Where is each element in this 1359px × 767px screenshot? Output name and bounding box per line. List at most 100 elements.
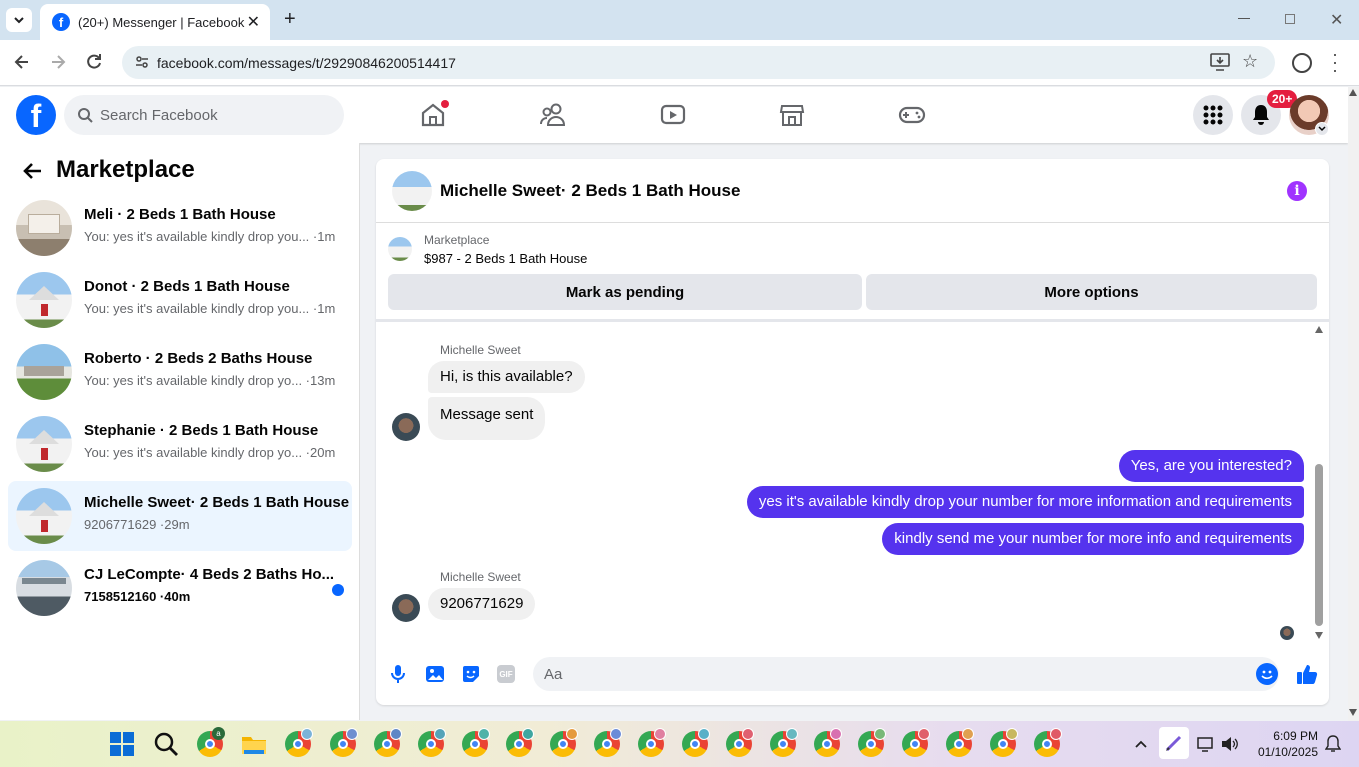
gaming-nav-icon[interactable]	[894, 97, 930, 133]
emoji-icon[interactable]	[1256, 663, 1278, 685]
outgoing-message[interactable]: yes it's available kindly drop your numb…	[746, 486, 1304, 518]
chat-scroll-thumb[interactable]	[1315, 464, 1323, 626]
chrome-profile-icon[interactable]	[946, 728, 974, 757]
account-chevron-icon[interactable]	[1315, 122, 1329, 136]
scroll-up-icon[interactable]	[1349, 89, 1357, 96]
chrome-profile-icon[interactable]	[285, 728, 313, 757]
conversation-item[interactable]: Meli · 2 Beds 1 Bath House You: yes it's…	[8, 193, 352, 263]
clock-date[interactable]: 01/10/2025	[1254, 745, 1318, 759]
conversation-snippet: You: yes it's available kindly drop you.…	[84, 229, 336, 244]
chrome-profile-icon[interactable]	[638, 728, 666, 757]
conversation-name: Michelle Sweet· 2 Beds 1 Bath House	[84, 494, 350, 511]
marketplace-nav-icon[interactable]	[774, 97, 810, 133]
unread-dot	[332, 584, 344, 596]
chat-scrollbar[interactable]	[1314, 325, 1324, 641]
chrome-profile-icon[interactable]	[374, 728, 402, 757]
chrome-profile-icon[interactable]	[726, 728, 754, 757]
tab-list-dropdown-icon[interactable]	[6, 8, 32, 32]
sender-avatar[interactable]	[392, 413, 420, 441]
site-info-icon[interactable]	[134, 54, 150, 73]
outgoing-message[interactable]: Yes, are you interested?	[1118, 450, 1304, 482]
chrome-profile-icon[interactable]	[550, 728, 578, 757]
back-icon[interactable]	[12, 52, 32, 77]
profile-icon[interactable]	[1292, 53, 1312, 73]
chrome-profile-icon[interactable]: a	[197, 727, 225, 757]
chrome-profile-icon[interactable]	[682, 728, 710, 757]
sticker-icon[interactable]	[461, 664, 481, 689]
scroll-down-icon[interactable]	[1349, 709, 1357, 716]
browser-toolbar: facebook.com/messages/t/2929084620051441…	[0, 40, 1359, 86]
browser-menu-icon[interactable]: · · ·	[1330, 45, 1340, 79]
file-explorer-icon[interactable]	[241, 731, 267, 757]
pen-menu-icon[interactable]	[1159, 727, 1189, 759]
info-icon[interactable]: i	[1287, 181, 1307, 201]
sender-avatar[interactable]	[392, 594, 420, 622]
message-input[interactable]: Aa	[533, 657, 1279, 691]
conversation-item[interactable]: Roberto · 2 Beds 2 Baths House You: yes …	[8, 337, 352, 407]
incoming-message[interactable]: 9206771629	[428, 588, 536, 620]
browser-tab-active[interactable]: f (20+) Messenger | Facebook ✕	[40, 4, 270, 40]
chat-scroll-up-icon[interactable]	[1315, 326, 1323, 333]
notification-center-icon[interactable]	[1324, 735, 1342, 758]
back-arrow-icon[interactable]	[21, 161, 43, 186]
tray-overflow-icon[interactable]	[1134, 736, 1148, 754]
new-tab-icon[interactable]: +	[284, 8, 296, 31]
chat-avatar[interactable]	[392, 171, 432, 211]
chrome-profile-icon[interactable]	[330, 728, 358, 757]
chrome-profile-icon[interactable]	[506, 728, 534, 757]
search-facebook-input[interactable]: Search Facebook	[64, 95, 344, 135]
chat-title[interactable]: Michelle Sweet· 2 Beds 1 Bath House	[440, 181, 740, 201]
conversation-name: Roberto · 2 Beds 2 Baths House	[84, 350, 313, 367]
conversation-item-selected[interactable]: Michelle Sweet· 2 Beds 1 Bath House 9206…	[8, 481, 352, 551]
facebook-logo-icon[interactable]: f	[16, 95, 56, 135]
start-windows-icon[interactable]	[109, 731, 135, 757]
bookmark-star-icon[interactable]: ☆	[1242, 51, 1258, 72]
chat-header: Michelle Sweet· 2 Beds 1 Bath House i	[376, 159, 1329, 223]
incoming-message[interactable]: Hi, is this available?	[428, 361, 585, 393]
incoming-message[interactable]: Message sent	[428, 397, 546, 440]
reload-icon[interactable]	[84, 52, 104, 77]
chrome-profile-icon[interactable]	[770, 728, 798, 757]
photo-icon[interactable]	[425, 664, 445, 689]
more-options-button[interactable]: More options	[866, 274, 1317, 310]
volume-icon[interactable]	[1221, 736, 1239, 757]
chat-scroll-down-icon[interactable]	[1315, 632, 1323, 639]
chrome-profile-icon[interactable]	[462, 728, 490, 757]
page-scrollbar[interactable]	[1348, 87, 1359, 721]
chrome-profile-icon[interactable]	[814, 728, 842, 757]
listing-thumbnail	[16, 488, 72, 544]
close-window-icon[interactable]: ✕	[1330, 10, 1343, 30]
mark-as-pending-button[interactable]: Mark as pending	[388, 274, 862, 310]
listing-thumbnail-small[interactable]	[388, 237, 412, 261]
network-icon[interactable]	[1197, 736, 1215, 757]
address-bar[interactable]: facebook.com/messages/t/2929084620051441…	[122, 46, 1275, 79]
chrome-profile-icon[interactable]	[858, 728, 886, 757]
voice-clip-icon[interactable]	[390, 664, 406, 689]
home-nav-icon[interactable]	[415, 97, 451, 133]
chrome-profile-icon[interactable]	[418, 728, 446, 757]
conversation-item-unread[interactable]: CJ LeCompte· 4 Beds 2 Baths Ho... 715851…	[8, 553, 352, 623]
minimize-window-icon[interactable]	[1238, 18, 1250, 19]
menu-grid-button[interactable]	[1193, 95, 1233, 135]
gif-icon[interactable]: GIF	[497, 665, 515, 683]
chrome-profile-icon[interactable]	[902, 728, 930, 757]
restore-window-icon[interactable]	[1285, 14, 1295, 24]
conversation-item[interactable]: Stephanie · 2 Beds 1 Bath House You: yes…	[8, 409, 352, 479]
like-icon[interactable]	[1296, 663, 1318, 690]
listing-title[interactable]: $987 - 2 Beds 1 Bath House	[424, 251, 587, 266]
outgoing-message[interactable]: kindly send me your number for more info…	[882, 523, 1304, 555]
install-app-icon[interactable]	[1210, 53, 1230, 74]
notifications-button[interactable]: 20+	[1241, 90, 1298, 135]
forward-icon[interactable]	[48, 52, 68, 77]
conversation-snippet: You: yes it's available kindly drop you.…	[84, 301, 336, 316]
clock-time[interactable]: 6:09 PM	[1273, 729, 1318, 743]
chrome-profile-icon[interactable]	[990, 728, 1018, 757]
close-tab-icon[interactable]: ✕	[247, 12, 260, 32]
conversation-snippet: You: yes it's available kindly drop yo..…	[84, 373, 336, 388]
search-taskbar-icon[interactable]	[153, 731, 179, 757]
video-nav-icon[interactable]	[655, 97, 691, 133]
friends-nav-icon[interactable]	[535, 97, 571, 133]
chrome-profile-icon[interactable]	[1034, 728, 1062, 757]
conversation-item[interactable]: Donot · 2 Beds 1 Bath House You: yes it'…	[8, 265, 352, 335]
chrome-profile-icon[interactable]	[594, 728, 622, 757]
